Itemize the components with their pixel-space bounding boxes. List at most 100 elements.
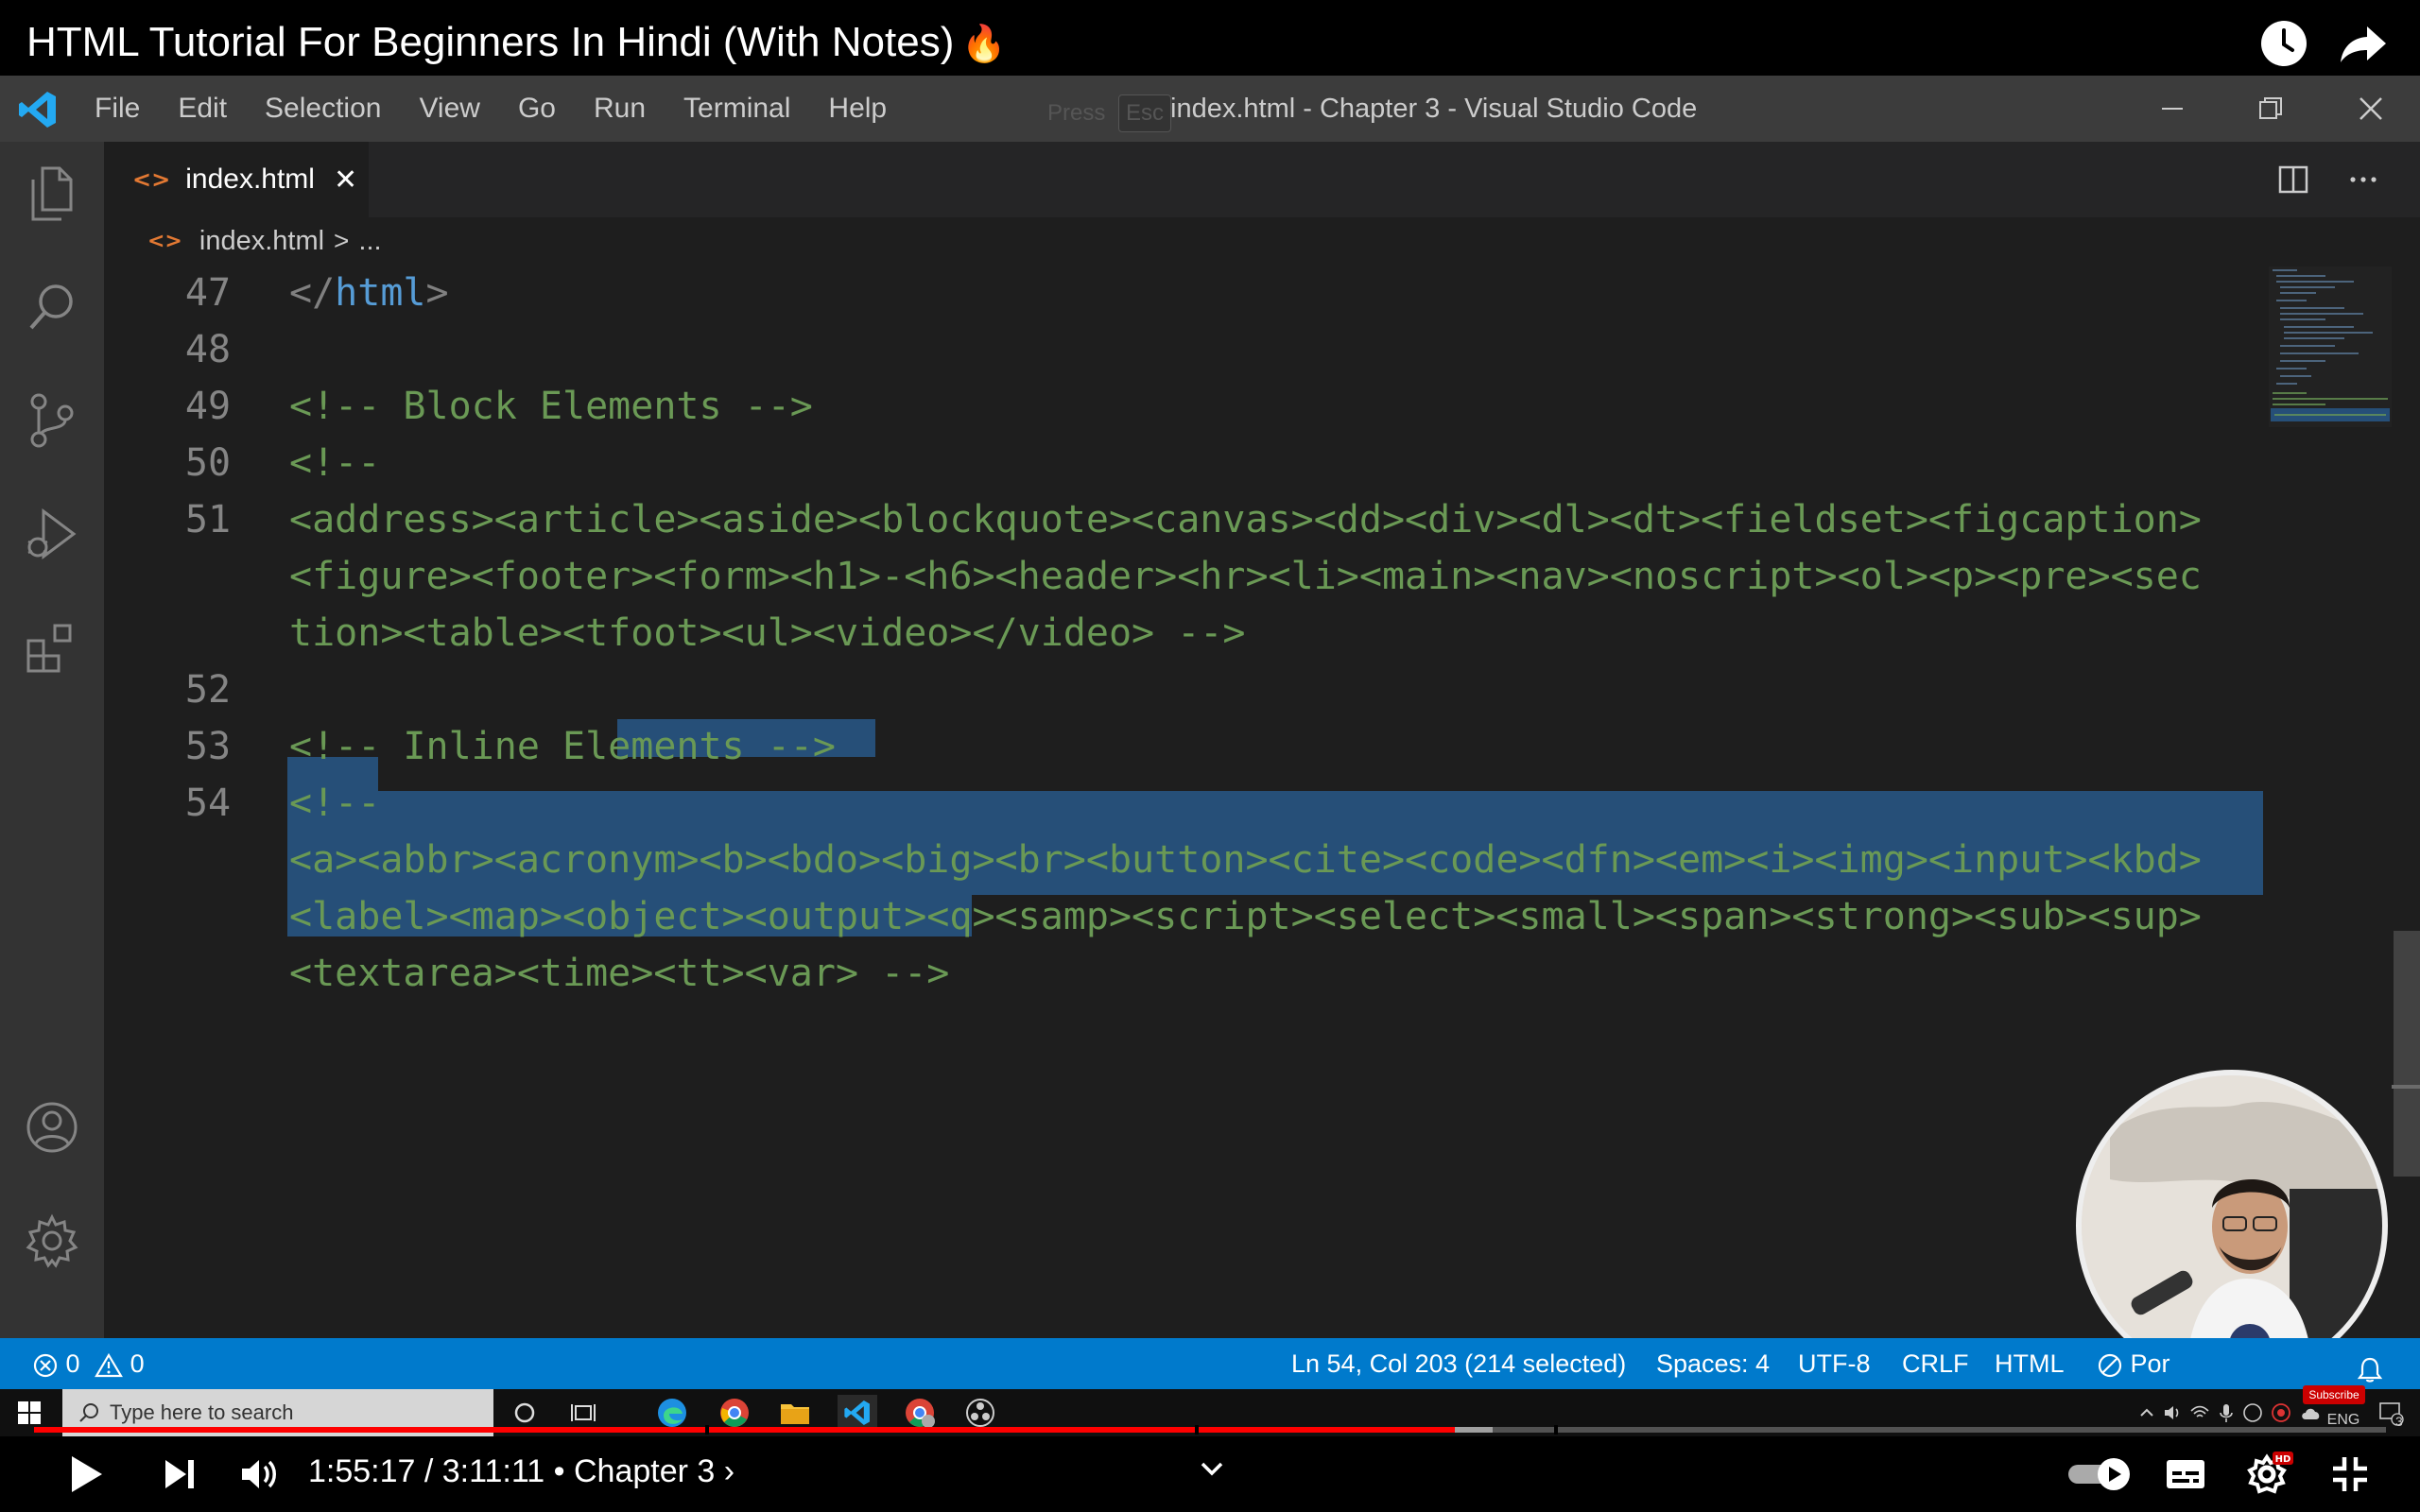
youtube-top-bar: HTML Tutorial For Beginners In Hindi (Wi… <box>0 0 2420 76</box>
share-icon[interactable] <box>2337 17 2390 70</box>
run-debug-icon[interactable] <box>19 501 85 567</box>
minimize-icon[interactable] <box>2144 88 2201 129</box>
volume-button[interactable] <box>233 1450 285 1499</box>
cursor-position[interactable]: Ln 54, Col 203 (214 selected) <box>1291 1338 1626 1389</box>
eol-setting[interactable]: CRLF <box>1902 1338 1969 1389</box>
activity-bar <box>0 142 104 1338</box>
minimap[interactable] <box>2269 266 2392 437</box>
close-tab-icon[interactable]: ✕ <box>334 163 357 197</box>
code-line: <!-- <box>289 441 381 485</box>
presenter-webcam <box>2076 1070 2388 1382</box>
menu-view[interactable]: View <box>400 93 498 125</box>
close-window-icon[interactable] <box>2342 88 2399 129</box>
subscribe-badge[interactable]: Subscribe <box>2303 1385 2365 1404</box>
explorer-icon[interactable] <box>19 161 85 227</box>
breadcrumb-rest[interactable]: ... <box>358 226 381 257</box>
warning-icon <box>95 1352 123 1377</box>
video-title[interactable]: HTML Tutorial For Beginners In Hindi (Wi… <box>26 19 1007 66</box>
settings-gear-icon[interactable]: HD <box>2240 1448 2301 1497</box>
chapter-separator: • <box>553 1453 574 1489</box>
code-line-wrap: tion><table><tfoot><ul><video></video> -… <box>289 611 1246 655</box>
chapter-title[interactable]: Chapter 3 <box>574 1453 715 1489</box>
accounts-icon[interactable] <box>19 1094 85 1160</box>
html-file-icon: <> <box>132 166 171 193</box>
breadcrumb-separator: > <box>334 226 350 255</box>
next-video-button[interactable] <box>153 1450 206 1499</box>
line-number: 51 <box>184 498 232 541</box>
window-title: index.html - Chapter 3 - Visual Studio C… <box>1170 94 1698 124</box>
windows-start-icon[interactable] <box>9 1395 49 1431</box>
menu-edit[interactable]: Edit <box>159 93 246 125</box>
vertical-scrollbar[interactable] <box>2392 266 2420 1338</box>
menu-run[interactable]: Run <box>575 93 665 125</box>
scrollbar-thumb[interactable] <box>2394 931 2420 1177</box>
video-progress-fill <box>34 1427 1455 1433</box>
watch-later-icon[interactable] <box>2257 17 2310 70</box>
code-line: </html> <box>289 271 449 315</box>
code-line: <!-- <box>289 782 381 825</box>
search-placeholder: Type here to search <box>110 1400 294 1424</box>
split-editor-icon[interactable] <box>2271 157 2316 202</box>
search-icon[interactable] <box>19 274 85 340</box>
port-status[interactable]: Por <box>2097 1338 2170 1389</box>
language-mode[interactable]: HTML <box>1995 1338 2065 1389</box>
line-number: 54 <box>184 782 232 825</box>
chrome-icon[interactable] <box>715 1395 754 1431</box>
restore-icon[interactable] <box>2242 88 2299 129</box>
play-button[interactable] <box>59 1450 112 1499</box>
code-line-wrap: <label><map><object><output><q><samp><sc… <box>289 895 2202 938</box>
tab-index-html[interactable]: <> index.html ✕ <box>104 142 369 217</box>
line-number: 49 <box>184 385 232 428</box>
action-center-icon[interactable]: 3 <box>2371 1395 2411 1431</box>
menu-bar: File Edit Selection View Go Run Terminal… <box>76 76 906 142</box>
notifications-bell-icon[interactable] <box>2356 1349 2384 1383</box>
editor-tabs: <> index.html ✕ <box>104 142 2420 217</box>
chevron-down-icon[interactable] <box>1193 1452 1231 1486</box>
problems-indicator[interactable]: 0 0 <box>32 1338 145 1389</box>
code-line: <!-- Block Elements --> <box>289 385 813 428</box>
autoplay-toggle[interactable] <box>2065 1453 2136 1495</box>
chapter-marker <box>1195 1425 1199 1435</box>
indentation-setting[interactable]: Spaces: 4 <box>1656 1338 1770 1389</box>
subtitles-icon[interactable] <box>2159 1453 2212 1495</box>
breadcrumb-file[interactable]: index.html <box>199 226 324 257</box>
video-frame: { "video": { "title": "HTML Tutorial For… <box>0 0 2420 1512</box>
line-number: 47 <box>184 271 232 315</box>
menu-help[interactable]: Help <box>809 93 906 125</box>
more-actions-icon[interactable] <box>2341 157 2386 202</box>
chrome-profile-icon[interactable] <box>900 1395 940 1431</box>
cortana-icon[interactable] <box>505 1395 544 1431</box>
edge-browser-icon[interactable] <box>652 1395 692 1431</box>
svg-text:HD: HD <box>2275 1454 2291 1465</box>
chapter-chevron-icon[interactable]: › <box>724 1453 735 1489</box>
encoding-setting[interactable]: UTF-8 <box>1798 1338 1871 1389</box>
task-view-icon[interactable] <box>563 1395 603 1431</box>
code-line-wrap: <a><abbr><acronym><b><bdo><big><br><butt… <box>289 838 2202 882</box>
settings-gear-icon[interactable] <box>19 1208 85 1274</box>
extensions-icon[interactable] <box>19 614 85 680</box>
vscode-title-bar: File Edit Selection View Go Run Terminal… <box>0 76 2420 142</box>
search-icon <box>79 1403 98 1422</box>
notification-count: 3 <box>2395 1414 2403 1429</box>
status-bar: 0 0 Ln 54, Col 203 (214 selected) Spaces… <box>0 1338 2420 1389</box>
playback-time: 1:55:17 / 3:11:11 <box>308 1453 545 1489</box>
line-number: 50 <box>184 441 232 485</box>
fire-icon: 🔥 <box>961 25 1007 64</box>
exit-fullscreen-icon[interactable] <box>2324 1450 2377 1499</box>
menu-go[interactable]: Go <box>499 93 575 125</box>
input-language[interactable]: ENG <box>2310 1402 2377 1438</box>
source-control-icon[interactable] <box>19 387 85 454</box>
menu-selection[interactable]: Selection <box>246 93 400 125</box>
code-editor[interactable]: 47 </html> 48 49 <!-- Block Elements -->… <box>104 266 2269 1338</box>
menu-file[interactable]: File <box>76 93 159 125</box>
breadcrumb: <> index.html > ... <box>104 217 2420 265</box>
menu-terminal[interactable]: Terminal <box>665 93 809 125</box>
obs-icon[interactable] <box>960 1395 1000 1431</box>
line-number: 53 <box>184 725 232 768</box>
vscode-taskbar-icon[interactable] <box>838 1395 877 1431</box>
file-explorer-icon[interactable] <box>775 1395 815 1431</box>
video-title-text: HTML Tutorial For Beginners In Hindi (Wi… <box>26 19 955 65</box>
error-icon <box>33 1353 58 1377</box>
html-file-icon: <> <box>147 229 182 253</box>
esc-key-hint: Esc <box>1118 94 1171 132</box>
